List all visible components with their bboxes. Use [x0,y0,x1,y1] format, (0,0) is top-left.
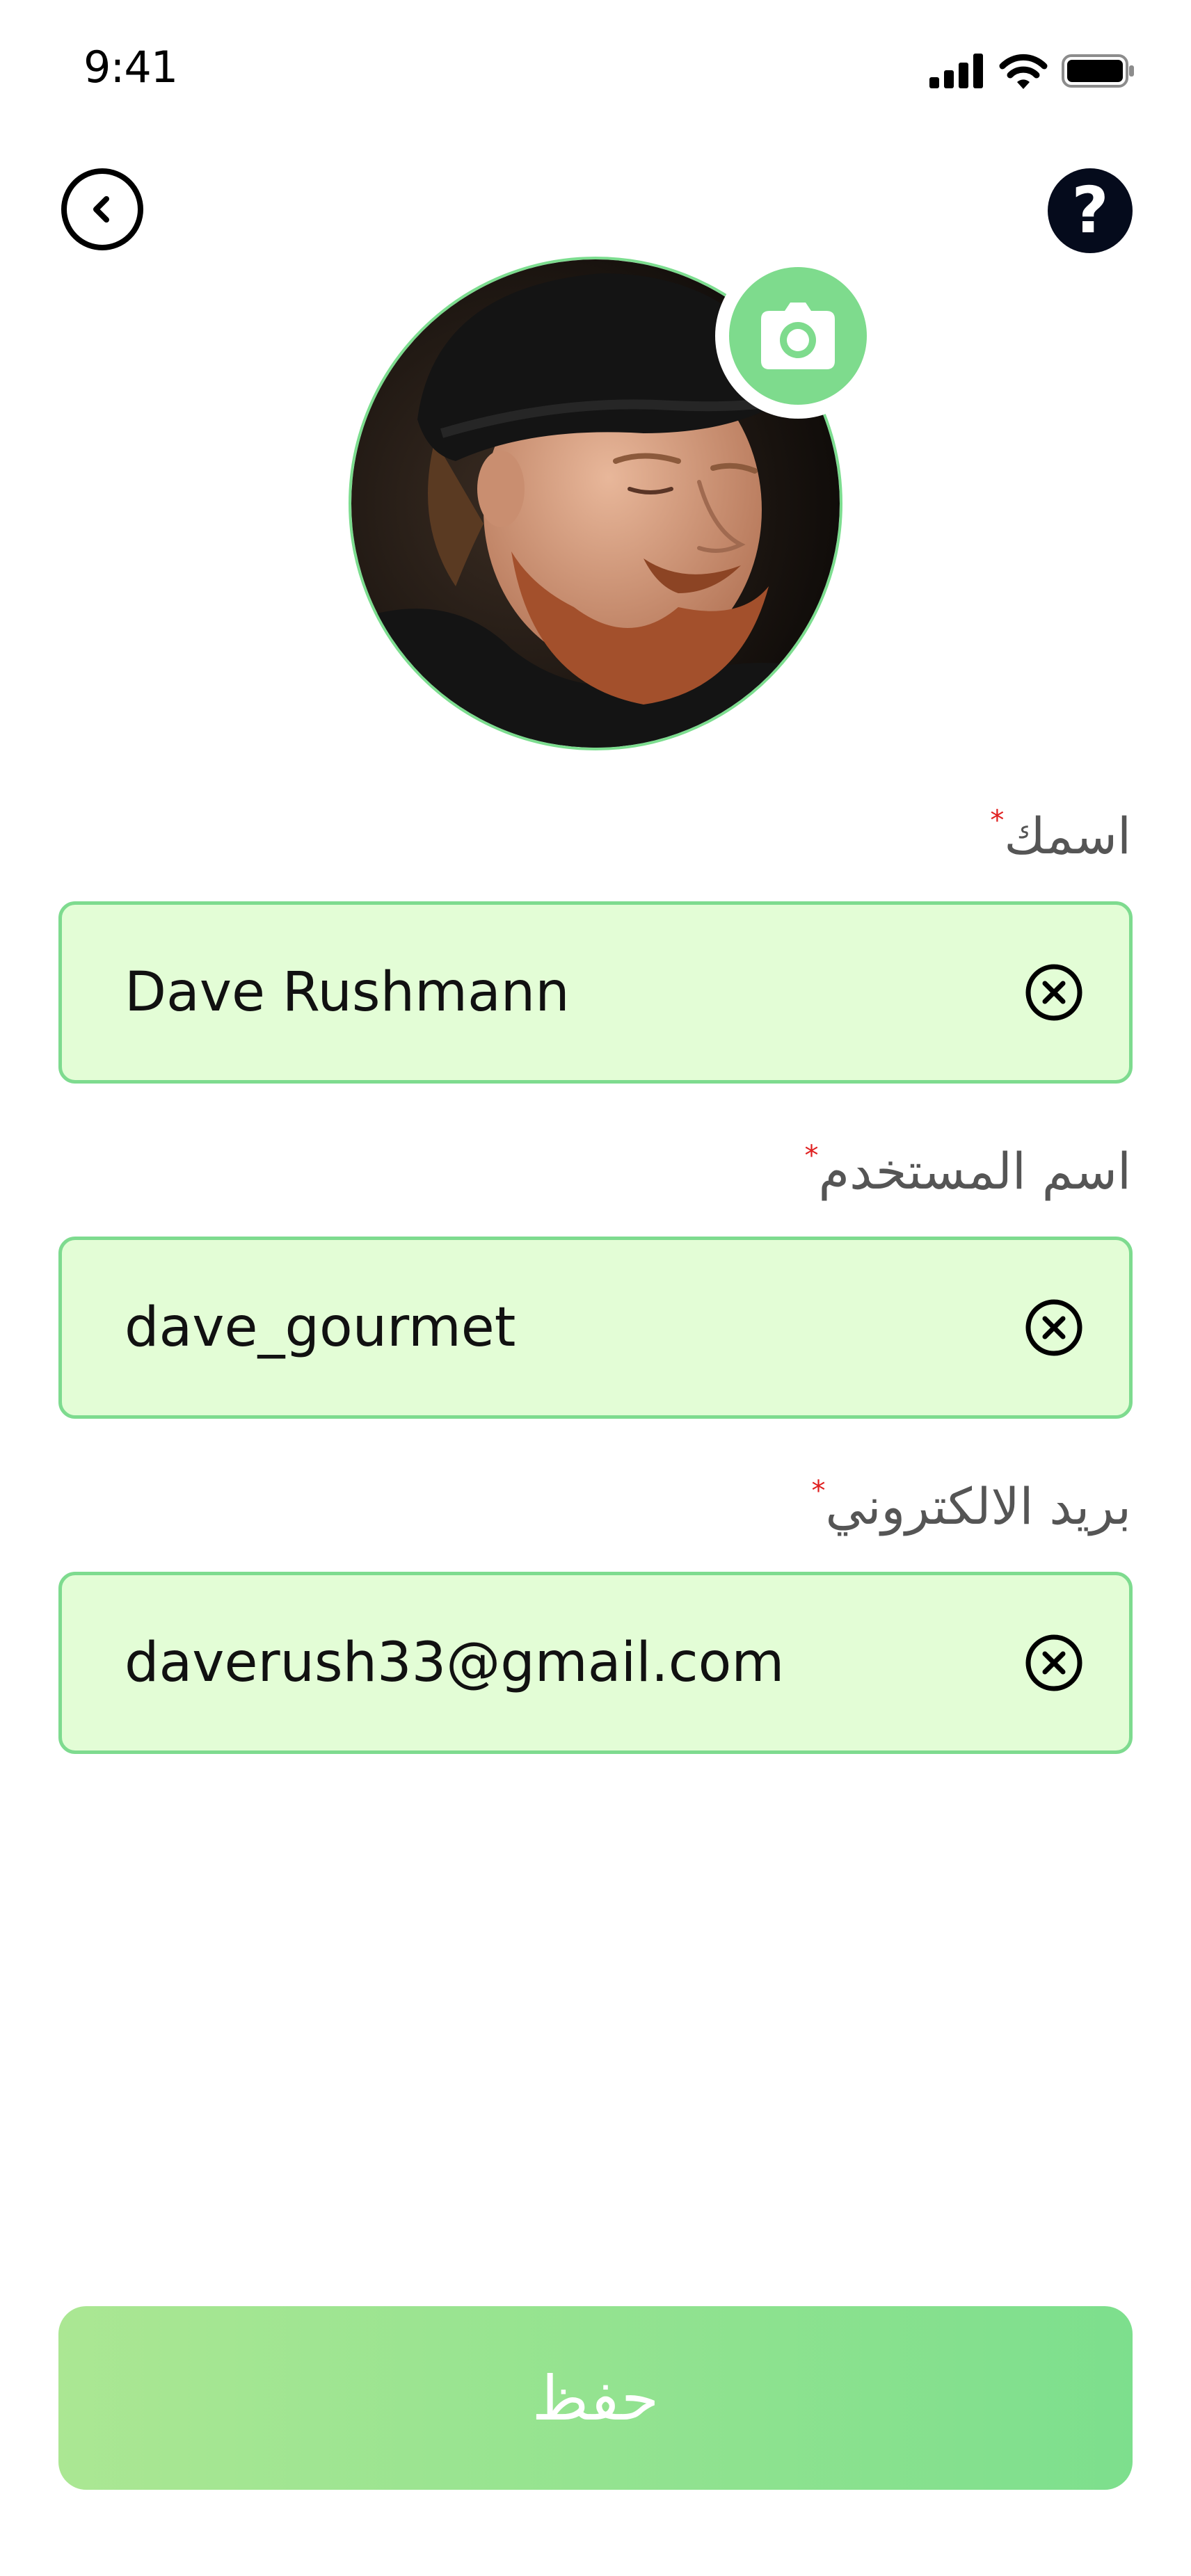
chevron-left-icon [93,196,109,223]
username-field[interactable]: dave_gourmet [58,1237,1133,1419]
change-photo-button[interactable] [715,253,881,419]
status-time: 9:41 [83,42,178,92]
save-button[interactable]: حفظ [58,2306,1133,2490]
clear-email-icon[interactable] [1025,1634,1083,1692]
email-field[interactable]: daverush33@gmail.com [58,1572,1133,1754]
status-icons [929,50,1135,92]
email-input-value[interactable]: daverush33@gmail.com [125,1632,784,1694]
name-label-text: اسمك [1004,807,1131,865]
username-label-text: اسم المستخدم [818,1142,1131,1200]
email-label: بريد الالكتروني* [811,1477,1131,1531]
clear-name-icon[interactable] [1025,963,1083,1022]
camera-button-fill [729,267,867,405]
question-mark-icon: ? [1071,173,1109,248]
required-mark: * [804,1140,819,1172]
email-label-text: بريد الالكتروني [825,1477,1131,1536]
name-label: اسمك* [990,807,1131,861]
name-field[interactable]: Dave Rushmann [58,901,1133,1084]
wifi-icon [999,54,1048,89]
battery-icon [1062,54,1134,88]
required-mark: * [990,805,1005,837]
help-button[interactable]: ? [1048,168,1133,253]
username-label: اسم المستخدم* [804,1142,1131,1196]
clear-username-icon[interactable] [1025,1298,1083,1357]
required-mark: * [811,1475,826,1507]
camera-icon [761,303,835,369]
cellular-signal-icon [929,54,983,88]
username-input-value[interactable]: dave_gourmet [125,1296,515,1359]
name-input-value[interactable]: Dave Rushmann [125,961,570,1024]
save-button-label: حفظ [531,2362,660,2434]
back-button[interactable] [61,168,143,250]
